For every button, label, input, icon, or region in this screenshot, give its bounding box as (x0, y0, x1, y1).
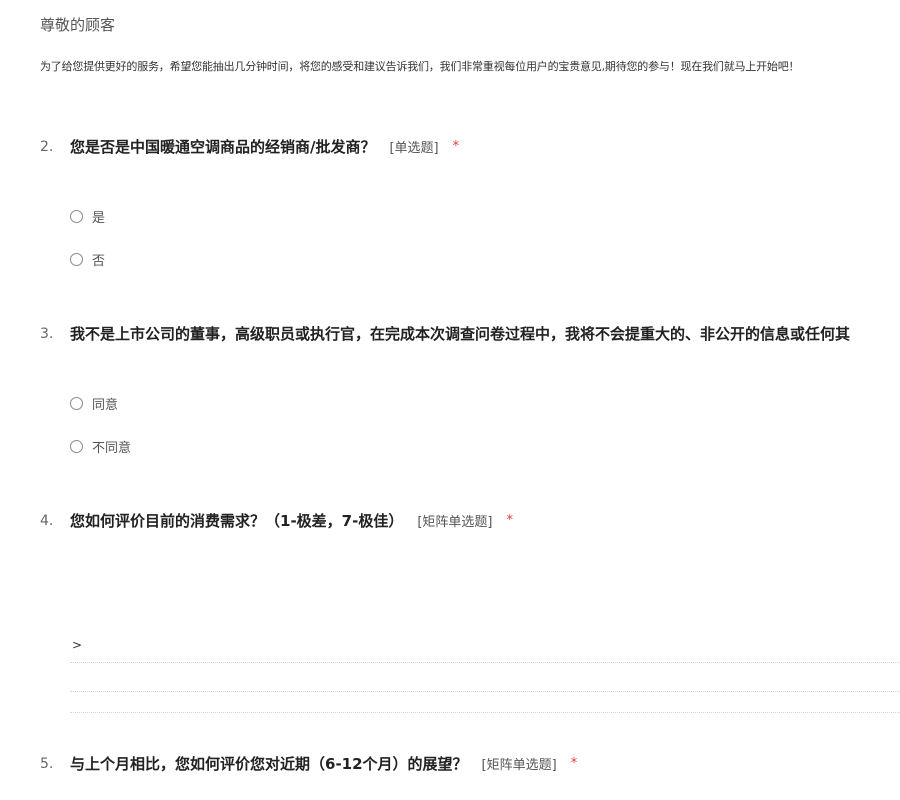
matrix-row-divider (70, 691, 900, 692)
option-label: 不同意 (92, 440, 132, 456)
question-number: 5. (40, 755, 54, 772)
question-2: 2. 您是否是中国暖通空调商品的经销商/批发商？ [单选题] * (40, 136, 900, 157)
question-type-label: [矩阵单选题] (417, 515, 493, 530)
question-number: 3. (40, 325, 54, 342)
radio-button[interactable] (70, 396, 83, 410)
matrix-row-divider (70, 662, 900, 663)
required-mark: * (570, 756, 578, 771)
question-3: 3. 我不是上市公司的董事，高级职员或执行官，在完成本次调查问卷过程中，我将不会提… (40, 323, 900, 344)
option-agree[interactable]: 同意 (70, 393, 118, 413)
question-number: 4. (40, 512, 54, 529)
radio-button[interactable] (70, 439, 83, 453)
greeting-title: 尊敬的顾客 (40, 16, 116, 34)
required-mark: * (506, 513, 513, 528)
question-title: 您是否是中国暖通空调商品的经销商/批发商？ (70, 138, 376, 156)
question-number: 2. (40, 138, 54, 155)
intro-text: 为了给您提供更好的服务，希望您能抽出几分钟时间，将您的感受和建议告诉我们，我们非… (40, 60, 800, 73)
radio-button[interactable] (70, 209, 83, 223)
option-no[interactable]: 否 (70, 249, 105, 269)
question-type-label: [矩阵单选题] (481, 758, 557, 773)
matrix-row-marker: > (72, 638, 83, 652)
required-mark: * (452, 139, 460, 154)
option-label: 否 (92, 253, 106, 269)
survey-page: 尊敬的顾客 为了给您提供更好的服务，希望您能抽出几分钟时间，将您的感受和建议告诉… (0, 0, 900, 800)
question-title: 您如何评价目前的消费需求？（1-极差，7-极佳） (70, 512, 404, 530)
question-type-label: [单选题] (389, 141, 439, 156)
question-title: 与上个月相比，您如何评价您对近期（6-12个月）的展望？ (70, 755, 468, 773)
question-title: 我不是上市公司的董事，高级职员或执行官，在完成本次调查问卷过程中，我将不会提重大… (70, 325, 851, 343)
option-disagree[interactable]: 不同意 (70, 436, 131, 456)
option-label: 是 (92, 210, 106, 226)
question-4: 4. 您如何评价目前的消费需求？（1-极差，7-极佳） [矩阵单选题] * (40, 510, 900, 531)
option-yes[interactable]: 是 (70, 206, 105, 226)
matrix-row-divider (70, 712, 900, 713)
option-label: 同意 (92, 397, 119, 413)
question-5: 5. 与上个月相比，您如何评价您对近期（6-12个月）的展望？ [矩阵单选题] * (40, 753, 900, 774)
radio-button[interactable] (70, 252, 83, 266)
